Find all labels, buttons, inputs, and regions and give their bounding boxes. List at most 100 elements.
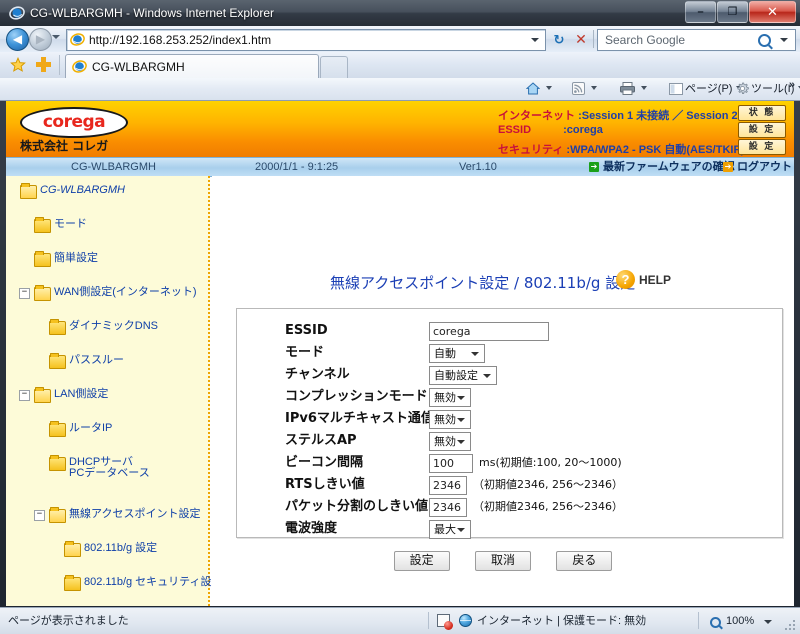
essid-input[interactable]: corega: [429, 322, 549, 341]
recent-pages-dropdown-icon[interactable]: [52, 35, 60, 39]
sidebar-item-passthrough[interactable]: パススルー: [6, 352, 210, 369]
minimize-button[interactable]: –: [685, 1, 716, 23]
home-dropdown-icon[interactable]: [546, 86, 552, 90]
print-button[interactable]: [620, 80, 651, 98]
fragmentation-threshold-input[interactable]: 2346: [429, 498, 467, 517]
firmware-version: Ver1.10: [459, 161, 497, 173]
sidebar-item-router-ip[interactable]: ルータIP: [6, 420, 210, 437]
home-button[interactable]: [526, 80, 556, 98]
page-menu-button[interactable]: ページ(P): [669, 80, 746, 98]
command-bar: ページ(P) ツール(I) »: [0, 78, 800, 101]
help-icon: ?: [616, 270, 635, 289]
firmware-link-arrow-icon: ➔: [589, 162, 599, 172]
search-provider-dropdown-icon[interactable]: [780, 38, 788, 42]
command-bar-overflow-icon[interactable]: »: [789, 79, 795, 91]
zoom-icon[interactable]: [710, 617, 721, 628]
collapse-icon[interactable]: −: [19, 390, 30, 401]
field-control: 無効: [429, 432, 471, 454]
status-bar: ページが表示されました インターネット | 保護モード: 無効 100%: [0, 607, 800, 634]
sidebar-item-label: 簡単設定: [54, 252, 98, 264]
rts-threshold-input[interactable]: 2346: [429, 476, 467, 495]
sidebar-item-label: ルータIP: [69, 422, 113, 434]
transmit-power-select[interactable]: 最大: [429, 520, 471, 539]
browser-tab[interactable]: CG-WLBARGMH: [65, 54, 319, 79]
folder-icon: [64, 575, 81, 591]
ipv6-multicast-select[interactable]: 無効: [429, 410, 471, 429]
compression-mode-select[interactable]: 無効: [429, 388, 471, 407]
favorites-center-icon[interactable]: [10, 57, 26, 73]
essid-settings-button[interactable]: 設 定: [738, 122, 786, 138]
status-value-essid: :corega: [563, 124, 603, 136]
nav-separator: [593, 30, 594, 48]
folder-icon: [49, 353, 66, 369]
sidebar-item-label: 802.11b/g セキュリティ設定: [84, 576, 223, 588]
maximize-button[interactable]: ❐: [717, 1, 748, 23]
sidebar-item-80211bg-security-settings[interactable]: 802.11b/g セキュリティ設定: [6, 574, 223, 591]
folder-icon: [49, 421, 66, 437]
search-icon[interactable]: [758, 34, 771, 47]
close-button[interactable]: ✕: [749, 1, 796, 23]
field-control: 自動設定: [429, 366, 497, 388]
feeds-dropdown-icon[interactable]: [591, 86, 597, 90]
add-to-favorites-icon[interactable]: [36, 57, 51, 72]
back-button[interactable]: ◀: [6, 28, 29, 51]
tree-root: CG-WLBARGMH モード 簡単設定 − WAN側設定(インターネット) ダ…: [6, 182, 223, 591]
sidebar-item-mode[interactable]: モード: [6, 216, 210, 233]
chevron-down-icon: [483, 374, 491, 378]
page-viewport: corega 株式会社 コレガ インターネット :Session 1 未接続 ／…: [6, 101, 794, 606]
sidebar-item-dhcp-server[interactable]: DHCPサーバ PCデータベース: [6, 454, 210, 480]
chevron-down-icon: [457, 440, 465, 444]
search-input[interactable]: Search Google: [605, 32, 685, 48]
status-line-essid: ESSID :corega: [498, 124, 603, 136]
gear-icon: [736, 82, 749, 95]
cancel-button[interactable]: 取消: [475, 551, 531, 571]
search-box[interactable]: Search Google: [597, 29, 796, 51]
folder-icon: [34, 251, 51, 267]
minimize-icon: –: [697, 6, 704, 18]
zoom-dropdown-icon[interactable]: [764, 620, 772, 624]
collapse-icon[interactable]: −: [34, 510, 45, 521]
refresh-button[interactable]: ↻: [549, 30, 569, 49]
apply-button[interactable]: 設定: [393, 551, 450, 571]
field-control: 2346 （初期値2346, 256～2346）: [429, 498, 623, 517]
sidebar-item-easy-setup[interactable]: 簡単設定: [6, 250, 210, 267]
sidebar-item-80211bg-settings[interactable]: 802.11b/g 設定: [6, 540, 210, 557]
forward-button[interactable]: ▶: [29, 28, 52, 51]
resize-grip[interactable]: [785, 620, 797, 632]
feeds-button[interactable]: [572, 80, 601, 98]
zoom-level[interactable]: 100%: [726, 613, 754, 629]
navigation-bar: ◀ ▶ http://192.168.253.252/index1.htm ↻ …: [0, 26, 800, 53]
main-content: 無線アクセスポイント設定 / 802.11b/g 設定 ? HELP ESSID …: [212, 176, 794, 606]
address-dropdown-icon[interactable]: [531, 38, 539, 42]
collapse-icon[interactable]: −: [19, 288, 30, 299]
firmware-check-link[interactable]: 最新ファームウェアの確認: [603, 160, 735, 174]
status-separator-2: [698, 612, 699, 629]
sidebar-item-cg-wlbargmh[interactable]: CG-WLBARGMH: [6, 182, 210, 199]
sidebar-item-lan-settings[interactable]: − LAN側設定: [6, 386, 210, 403]
address-bar[interactable]: http://192.168.253.252/index1.htm: [66, 29, 546, 51]
sidebar-item-dynamic-dns[interactable]: ダイナミックDNS: [6, 318, 210, 335]
internet-explorer-icon: [9, 5, 25, 21]
back-button[interactable]: 戻る: [556, 551, 613, 571]
print-dropdown-icon[interactable]: [641, 86, 647, 90]
field-control: 無効: [429, 410, 471, 432]
corega-logo-text: corega: [42, 112, 106, 132]
stealth-ap-select[interactable]: 無効: [429, 432, 471, 451]
security-zone-label[interactable]: インターネット | 保護モード: 無効: [477, 613, 646, 629]
sidebar-item-label: モード: [54, 218, 87, 230]
channel-select[interactable]: 自動設定: [429, 366, 497, 385]
stop-button[interactable]: ✕: [571, 30, 591, 49]
logout-link[interactable]: ログアウト: [737, 160, 792, 174]
sidebar-item-wireless-ap-settings[interactable]: − 無線アクセスポイント設定: [6, 506, 210, 523]
chevron-down-icon: [457, 528, 465, 532]
status-button[interactable]: 状 態: [738, 105, 786, 121]
sidebar-item-wan-settings[interactable]: − WAN側設定(インターネット): [6, 284, 210, 301]
help-link[interactable]: ? HELP: [616, 270, 671, 289]
security-settings-button[interactable]: 設 定: [738, 139, 786, 155]
field-control: 100 ms(初期値:100, 20～1000): [429, 454, 622, 473]
sidebar-item-label: LAN側設定: [54, 388, 109, 400]
new-tab-button[interactable]: [320, 56, 348, 79]
mode-select[interactable]: 自動: [429, 344, 485, 363]
beacon-interval-input[interactable]: 100: [429, 454, 473, 473]
status-value-security: :WPA/WPA2 - PSK 自動(AES/TKIP): [566, 144, 745, 156]
